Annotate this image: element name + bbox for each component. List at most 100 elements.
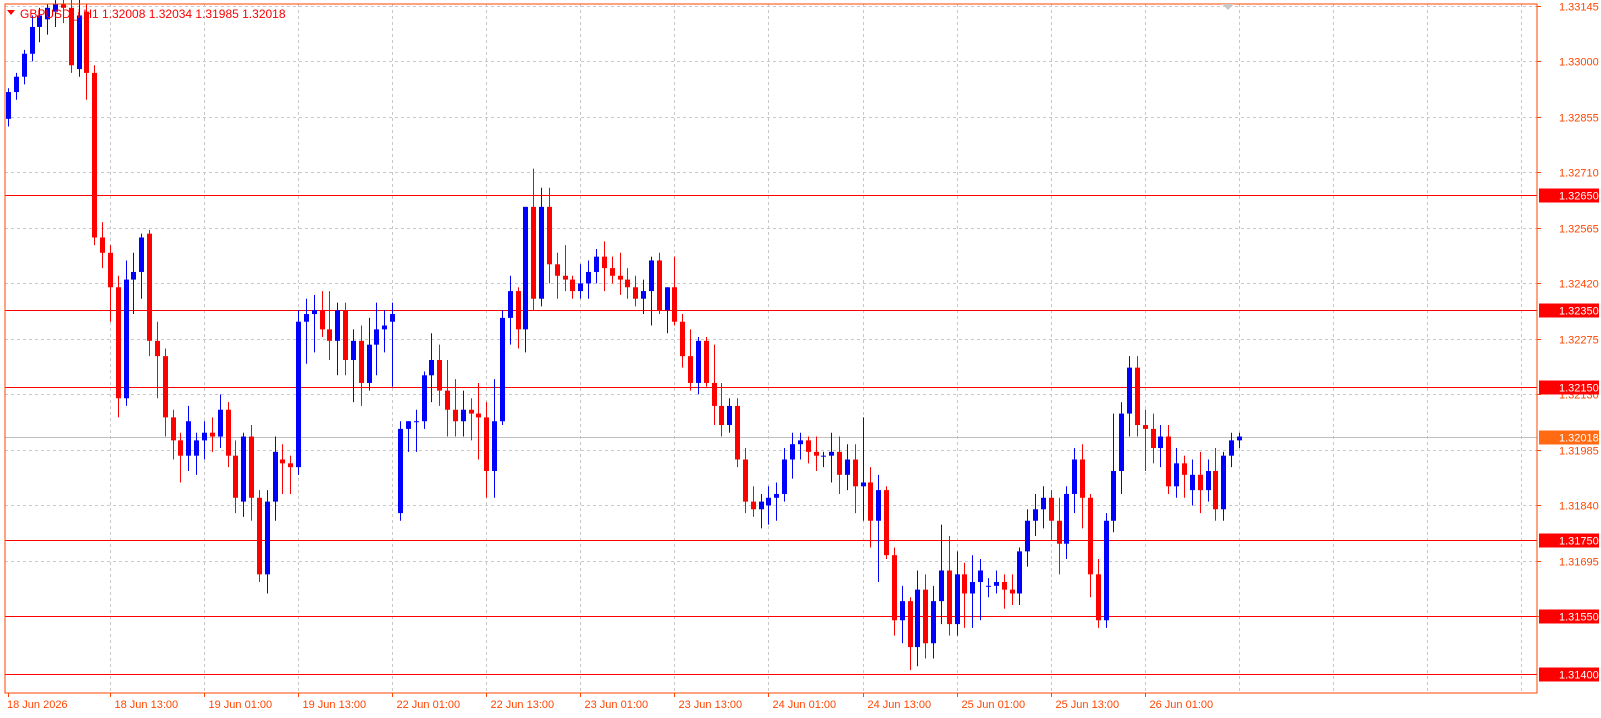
candle-body (727, 405, 732, 426)
candle (500, 310, 505, 426)
candle-body (955, 574, 960, 625)
candle-body (1041, 497, 1046, 510)
candle-body (578, 283, 583, 292)
time-tick-label: 26 Jun 01:00 (1150, 699, 1214, 711)
candle (1135, 356, 1140, 437)
price-tick-label: 1.31840 (1559, 501, 1599, 513)
candle-body (829, 451, 834, 456)
candle-body (766, 497, 771, 506)
candle-body (931, 601, 936, 644)
candle-body (202, 432, 207, 441)
candle-body (1127, 367, 1132, 414)
ohlc-values: 1.32008 1.32034 1.31985 1.32018 (102, 7, 286, 21)
candle-body (1010, 589, 1015, 594)
candle-body (210, 432, 215, 437)
candle-body (1072, 459, 1077, 494)
current-price-label: 1.32018 (1559, 433, 1599, 445)
candle-body (978, 570, 983, 582)
time-tick-label: 25 Jun 13:00 (1056, 699, 1120, 711)
candle-body (171, 417, 176, 441)
candle-body (782, 459, 787, 494)
time-tick-label: 19 Jun 13:00 (303, 699, 367, 711)
candle-body (641, 291, 646, 299)
candle-body (100, 237, 105, 253)
candle-body (516, 291, 521, 330)
candle-body (155, 340, 160, 357)
time-tick-label: 22 Jun 13:00 (491, 699, 555, 711)
price-tick-label: 1.31985 (1559, 446, 1599, 458)
candle-body (908, 601, 913, 648)
candle-body (186, 421, 191, 456)
candle-body (304, 314, 309, 322)
candle-body (1229, 440, 1234, 456)
candle-body (861, 482, 866, 487)
candle-body (1119, 413, 1124, 471)
candle-body (821, 455, 826, 457)
candle (398, 421, 403, 521)
candle-body (437, 359, 442, 391)
candle-body (915, 589, 920, 648)
candle-body (22, 53, 27, 77)
time-tick-label: 18 Jun 2026 (7, 699, 68, 711)
candle-body (1057, 520, 1062, 544)
candle-body (900, 601, 905, 621)
candle-body (610, 268, 615, 276)
candle-body (1080, 459, 1085, 498)
candle-body (837, 451, 842, 475)
price-tick-label: 1.32420 (1559, 279, 1599, 291)
price-chart[interactable]: 1.332901.331451.330001.328551.327101.325… (0, 0, 1601, 713)
candle-body (422, 375, 427, 422)
candle-body (108, 252, 113, 288)
candle-body (1111, 470, 1116, 521)
candle-body (688, 356, 693, 383)
candle-body (845, 459, 850, 475)
candle-body (288, 463, 293, 468)
candle-body (1190, 474, 1195, 491)
price-tick-label: 1.33000 (1559, 57, 1599, 69)
candle-body (257, 497, 262, 575)
candle-body (14, 76, 19, 93)
candle-body (398, 428, 403, 514)
candle-body (461, 409, 466, 422)
candle-body (523, 206, 528, 330)
candle (704, 337, 709, 387)
candle-body (1237, 436, 1242, 441)
candle-body (343, 310, 348, 360)
candle-body (774, 493, 779, 498)
candle-body (618, 275, 623, 280)
price-tick-label: 1.32710 (1559, 168, 1599, 180)
time-tick-label: 25 Jun 01:00 (962, 699, 1026, 711)
candle-body (390, 314, 395, 322)
chart-window: 1.332901.331451.330001.328551.327101.325… (0, 0, 1601, 713)
candle-body (1033, 509, 1038, 521)
candle (124, 260, 129, 406)
candle-body (163, 356, 168, 418)
candle-body (218, 409, 223, 437)
candle-body (296, 321, 301, 468)
price-tick-label: 1.32275 (1559, 335, 1599, 347)
candle-body (962, 574, 967, 594)
candle-body (429, 359, 434, 376)
candle (147, 229, 152, 357)
candle-body (923, 589, 928, 644)
candle-body (649, 260, 654, 292)
candle-body (539, 206, 544, 299)
candle-body (30, 26, 35, 54)
candle-body (602, 256, 607, 269)
candle-body (194, 440, 199, 456)
candle-body (233, 455, 238, 498)
time-tick-label: 19 Jun 01:00 (209, 699, 273, 711)
candle-body (382, 325, 387, 330)
candle-body (92, 72, 97, 238)
candle-body (77, 15, 82, 70)
candle-body (414, 421, 419, 423)
candle-body (751, 501, 756, 510)
candle-body (986, 585, 991, 587)
candle-body (806, 440, 811, 452)
candle-body (994, 581, 999, 586)
candle-body (704, 340, 709, 383)
candle-body (445, 390, 450, 410)
candle-body (743, 459, 748, 502)
candle-body (657, 260, 662, 311)
candle-body (1143, 425, 1148, 429)
